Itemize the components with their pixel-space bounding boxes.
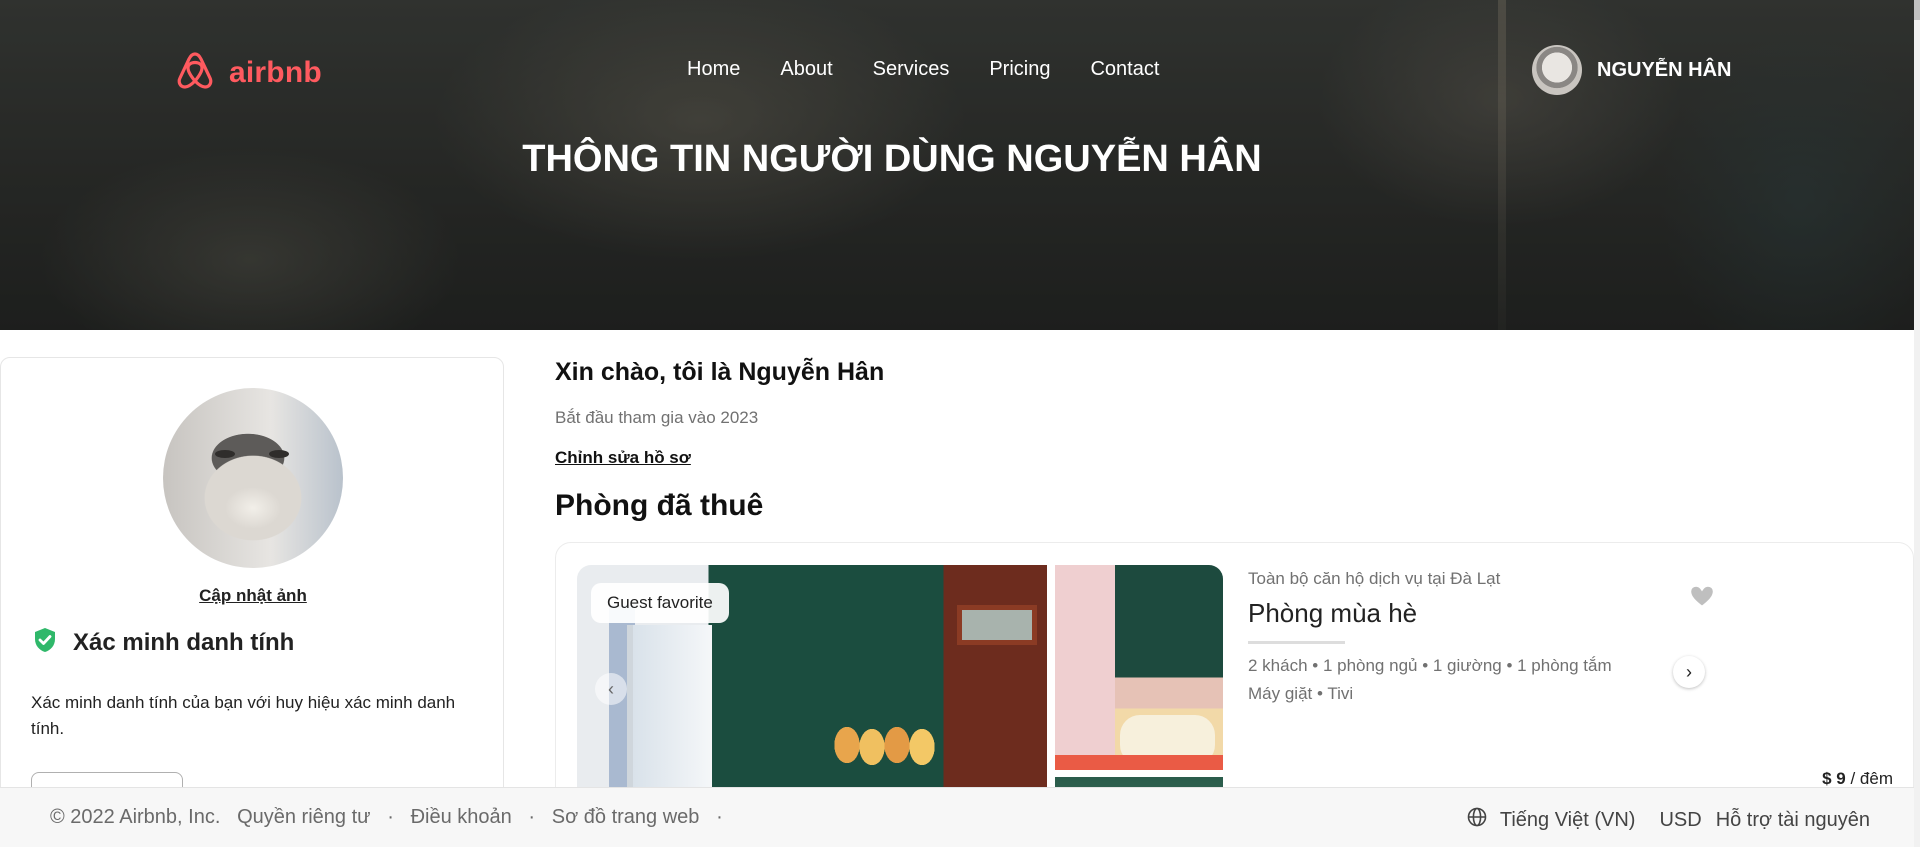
footer-separator: ·	[528, 806, 536, 828]
chevron-left-icon[interactable]: ‹	[595, 673, 627, 705]
photo-detail	[957, 605, 1037, 645]
copyright: © 2022 Airbnb, Inc.	[50, 806, 221, 828]
shield-check-icon	[31, 626, 59, 659]
main-menu: Home About Services Pricing Contact	[687, 58, 1199, 81]
nav-home[interactable]: Home	[687, 58, 740, 81]
photo-detail	[1055, 565, 1115, 770]
footer-separator: ·	[716, 806, 723, 828]
nav-pricing[interactable]: Pricing	[989, 58, 1050, 81]
room-main-photo[interactable]: Guest favorite ‹	[577, 565, 1047, 825]
chevron-right-icon[interactable]: ›	[1673, 656, 1705, 688]
footer-link-terms[interactable]: Điều khoản	[411, 806, 512, 829]
profile-card: Cập nhật ảnh Xác minh danh tính Xác minh…	[0, 357, 505, 808]
footer-links: © 2022 Airbnb, Inc. Quyền riêng tư · Điề…	[50, 806, 723, 829]
divider	[1248, 641, 1345, 644]
footer-link-privacy[interactable]: Quyền riêng tư	[237, 806, 370, 829]
verify-heading: Xác minh danh tính	[31, 626, 294, 659]
joined-date: Bắt đầu tham gia vào 2023	[555, 408, 759, 427]
room-title[interactable]: Phòng mùa hè	[1248, 598, 1417, 629]
currency-selector[interactable]: USD	[1659, 809, 1701, 832]
language-selector[interactable]: Tiếng Việt (VN)	[1500, 809, 1636, 832]
support-link[interactable]: Hỗ trợ tài nguyên	[1716, 809, 1870, 832]
price-amount: $ 9	[1822, 769, 1846, 788]
update-photo-link[interactable]: Cập nhật ảnh	[1, 586, 505, 606]
avatar-detail	[215, 450, 235, 458]
user-name: NGUYỄN HÂN	[1597, 58, 1732, 81]
scrollbar[interactable]	[1914, 0, 1920, 847]
heart-icon[interactable]	[1687, 581, 1717, 611]
footer-link-sitemap[interactable]: Sơ đồ trang web	[552, 806, 700, 829]
brand-logo[interactable]: airbnb	[175, 48, 322, 97]
room-specs: 2 khách • 1 phòng ngủ • 1 giường • 1 phò…	[1248, 656, 1612, 675]
footer-separator: ·	[387, 806, 394, 828]
price-unit: / đêm	[1845, 769, 1893, 788]
nav-services[interactable]: Services	[873, 58, 950, 81]
room-side-photo[interactable]	[1055, 565, 1223, 770]
globe-icon	[1466, 806, 1500, 834]
verify-title: Xác minh danh tính	[73, 628, 295, 656]
profile-avatar	[163, 388, 343, 568]
verify-description: Xác minh danh tính của bạn với huy hiệu …	[31, 693, 456, 738]
scrollbar-thumb[interactable]	[1914, 0, 1920, 20]
user-menu[interactable]: NGUYỄN HÂN	[1532, 45, 1731, 95]
room-price: $ 9 / đêm	[1822, 769, 1893, 789]
brand-name: airbnb	[229, 55, 322, 89]
room-subtitle: Toàn bộ căn hộ dịch vụ tại Đà Lạt	[1248, 569, 1501, 588]
top-navbar: airbnb Home About Services Pricing Conta…	[0, 0, 1914, 140]
page-title-wrap: THÔNG TIN NGƯỜI DÙNG NGUYỄN HÂN	[0, 138, 1914, 181]
greeting-heading: Xin chào, tôi là Nguyễn Hân	[555, 358, 885, 386]
avatar[interactable]	[1532, 45, 1582, 95]
avatar-detail	[269, 450, 289, 458]
edit-profile-link[interactable]: Chỉnh sửa hồ sơ	[555, 448, 691, 468]
nav-about[interactable]: About	[780, 58, 832, 81]
nav-contact[interactable]: Contact	[1090, 58, 1159, 81]
photo-detail	[827, 725, 937, 765]
photo-detail	[1055, 755, 1223, 770]
footer: © 2022 Airbnb, Inc. Quyền riêng tư · Điề…	[0, 787, 1914, 847]
rented-rooms-heading: Phòng đã thuê	[555, 489, 764, 522]
room-amenities: Máy giặt • Tivi	[1248, 684, 1354, 703]
page-title: THÔNG TIN NGƯỜI DÙNG NGUYỄN HÂN	[522, 138, 1262, 180]
guest-favorite-badge: Guest favorite	[591, 583, 729, 623]
footer-settings: Tiếng Việt (VN) USD Hỗ trợ tài nguyên	[1466, 806, 1870, 834]
airbnb-logo-icon	[175, 48, 215, 97]
